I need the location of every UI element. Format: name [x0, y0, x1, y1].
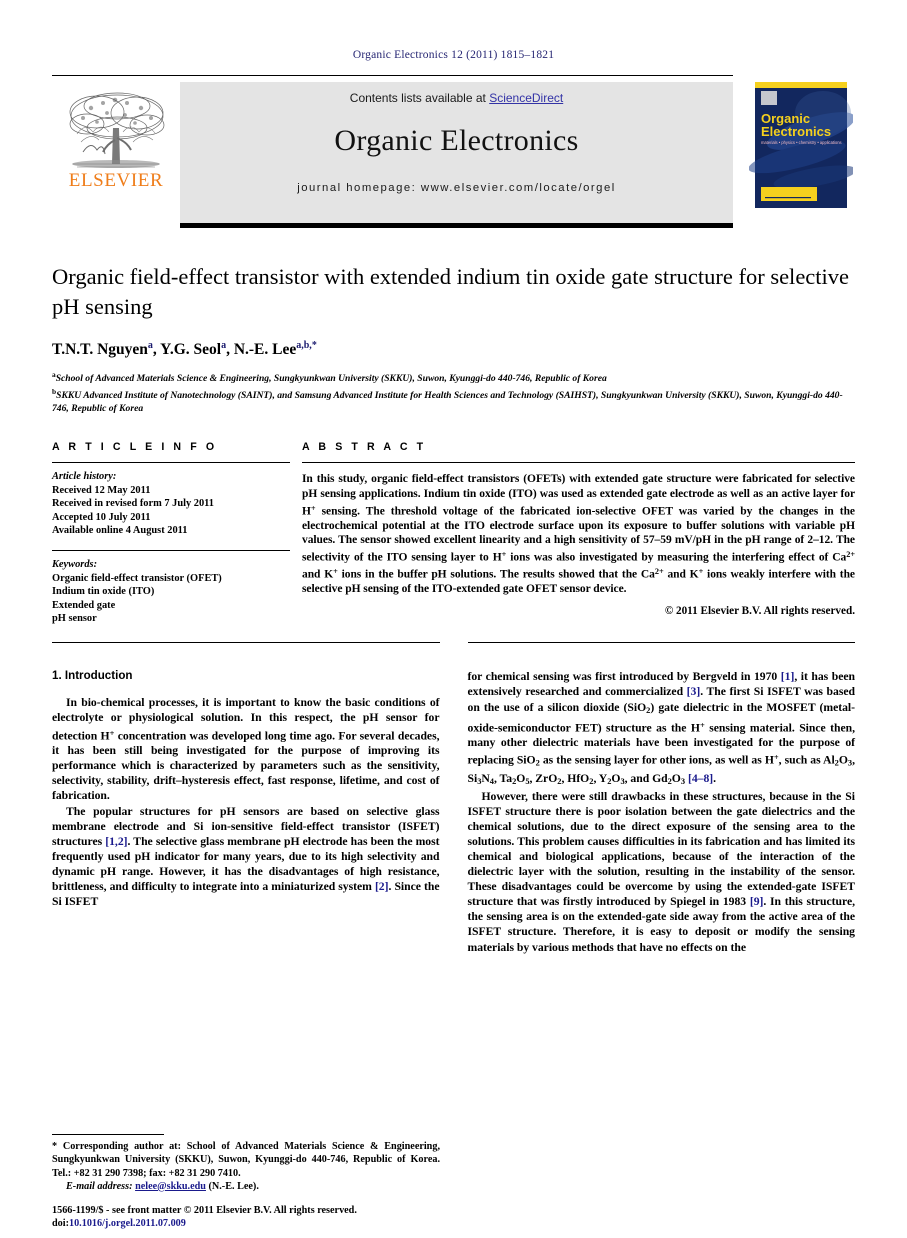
- corresponding-author-footnote: * Corresponding author at: School of Adv…: [52, 1134, 440, 1193]
- issn-line: 1566-1199/$ - see front matter © 2011 El…: [52, 1205, 357, 1216]
- doi-label: doi:: [52, 1218, 69, 1229]
- abstract-heading: A B S T R A C T: [302, 441, 427, 454]
- journal-homepage-line[interactable]: journal homepage: www.elsevier.com/locat…: [297, 182, 616, 194]
- abstract-column: A B S T R A C T In this study, organic f…: [302, 441, 855, 625]
- history-item: Available online 4 August 2011: [52, 524, 188, 536]
- keyword-item: Organic field-effect transistor (OFET): [52, 572, 222, 584]
- contents-prefix-text: Contents lists available at: [349, 91, 490, 105]
- history-item: Received in revised form 7 July 2011: [52, 498, 214, 510]
- keywords-label: Keywords:: [52, 559, 98, 571]
- issn-copyright-block: 1566-1199/$ - see front matter © 2011 El…: [52, 1204, 452, 1230]
- svg-text:ELSEVIER: ELSEVIER: [69, 170, 164, 191]
- affiliations: aSchool of Advanced Materials Science & …: [52, 369, 855, 415]
- keyword-item: Indium tin oxide (ITO): [52, 586, 155, 598]
- paragraph: In bio-chemical processes, it is importa…: [52, 696, 440, 803]
- abstract-text: In this study, organic field-effect tran…: [302, 473, 855, 595]
- article-info-heading: A R T I C L E I N F O: [52, 441, 218, 454]
- masthead-bottom-rule: [52, 223, 855, 228]
- body-left-column: 1. Introduction In bio-chemical processe…: [52, 669, 440, 954]
- paragraph: for chemical sensing was first introduce…: [467, 670, 856, 786]
- keywords-block: Keywords: Organic field-effect transisto…: [52, 558, 290, 625]
- publisher-logo-block: ELSEVIER: [52, 75, 180, 223]
- affiliation-text-b: SKKU Advanced Institute of Nanotechnolog…: [52, 390, 843, 414]
- left-column-rule: [52, 642, 440, 644]
- abstract-copyright: © 2011 Elsevier B.V. All rights reserved…: [664, 605, 855, 618]
- doi-value[interactable]: 10.1016/j.orgel.2011.07.009: [69, 1218, 186, 1229]
- journal-cover-block: Organic Electronics materials • physics …: [733, 75, 855, 223]
- contents-available-line: Contents lists available at ScienceDirec…: [350, 91, 563, 105]
- body-top-rules: [52, 642, 855, 644]
- footnote-rule: [52, 1134, 164, 1136]
- masthead-center: Contents lists available at ScienceDirec…: [180, 75, 733, 223]
- keywords-rule: [52, 550, 290, 552]
- body-right-column: for chemical sensing was first introduce…: [468, 669, 856, 954]
- elsevier-tree-logo-icon: ELSEVIER: [57, 82, 175, 194]
- keyword-item: pH sensor: [52, 612, 97, 624]
- article-title: Organic field-effect transistor with ext…: [52, 264, 850, 319]
- info-abstract-block: A R T I C L E I N F O Article history: R…: [52, 441, 855, 625]
- cover-title-line2: Electronics: [761, 124, 831, 139]
- email-owner: (N.-E. Lee).: [208, 1180, 259, 1192]
- article-info-column: A R T I C L E I N F O Article history: R…: [52, 441, 290, 625]
- paragraph: The popular structures for pH sensors ar…: [52, 804, 440, 909]
- email-note: E-mail address: nelee@skku.edu (N.-E. Le…: [52, 1180, 440, 1193]
- corresponding-author-note: * Corresponding author at: School of Adv…: [52, 1141, 440, 1179]
- section-heading-introduction: 1. Introduction: [52, 669, 133, 683]
- email-label: E-mail address:: [66, 1180, 133, 1192]
- affiliation-text-a: School of Advanced Materials Science & E…: [55, 373, 607, 385]
- right-column-rule: [467, 642, 855, 644]
- affiliation-a: aSchool of Advanced Materials Science & …: [52, 369, 855, 386]
- running-head: Organic Electronics 12 (2011) 1815–1821: [352, 49, 555, 61]
- cover-subtitle: materials • physics • chemistry • applic…: [761, 140, 842, 145]
- email-link[interactable]: nelee@skku.edu: [135, 1181, 206, 1192]
- journal-title: Organic Electronics: [334, 124, 579, 157]
- article-history-label: Article history:: [52, 471, 117, 483]
- doi-line: doi:10.1016/j.orgel.2011.07.009: [52, 1217, 452, 1230]
- history-item: Received 12 May 2011: [52, 484, 151, 496]
- journal-masthead: ELSEVIER Contents lists available at Sci…: [52, 75, 855, 223]
- history-item: Accepted 10 July 2011: [52, 511, 151, 523]
- keyword-item: Extended gate: [52, 599, 116, 611]
- paragraph: However, there were still drawbacks in t…: [467, 789, 856, 954]
- article-body: 1. Introduction In bio-chemical processe…: [52, 669, 855, 954]
- sciencedirect-link[interactable]: ScienceDirect: [489, 91, 563, 105]
- author-list: T.N.T. Nguyena, Y.G. Seola, N.-E. Leea,b…: [52, 340, 317, 359]
- article-history-block: Article history: Received 12 May 2011 Re…: [52, 463, 290, 537]
- journal-cover-thumbnail: Organic Electronics materials • physics …: [749, 79, 853, 211]
- journal-article-page: Organic Electronics 12 (2011) 1815–1821: [0, 0, 907, 1238]
- affiliation-b: bSKKU Advanced Institute of Nanotechnolo…: [52, 386, 855, 415]
